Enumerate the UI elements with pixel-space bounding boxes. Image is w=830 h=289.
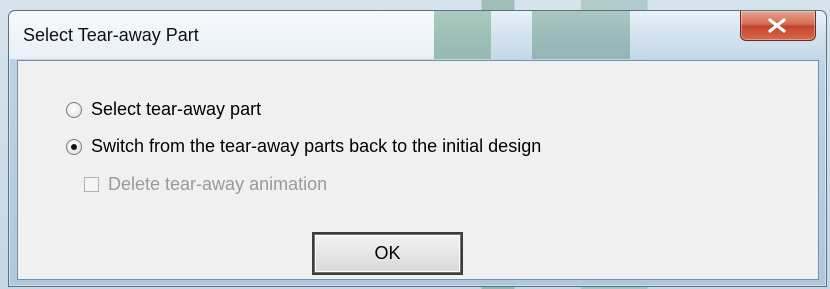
radio-switch-back-label: Switch from the tear-away parts back to …: [91, 136, 542, 156]
checkbox-delete-animation[interactable]: [84, 177, 99, 192]
radio-select-tear-away-part-label: Select tear-away part: [91, 99, 262, 119]
checkbox-delete-animation-row[interactable]: Delete tear-away animation: [84, 174, 327, 195]
dialog-title: Select Tear-away Part: [23, 25, 199, 45]
radio-select-tear-away-part-row[interactable]: Select tear-away part: [66, 99, 261, 120]
radio-switch-back[interactable]: [66, 138, 82, 155]
title-bar[interactable]: Select Tear-away Part: [9, 11, 826, 59]
checkbox-delete-animation-label: Delete tear-away animation: [108, 174, 328, 194]
ok-button[interactable]: OK: [314, 234, 461, 273]
dialog-content: Select tear-away part Switch from the te…: [17, 60, 819, 280]
dialog-window: Select Tear-away Part Select tear-away p…: [8, 10, 827, 287]
close-button[interactable]: [740, 11, 816, 41]
radio-select-tear-away-part[interactable]: [66, 101, 82, 118]
close-icon: [768, 18, 786, 33]
radio-switch-back-row[interactable]: Switch from the tear-away parts back to …: [66, 136, 541, 157]
